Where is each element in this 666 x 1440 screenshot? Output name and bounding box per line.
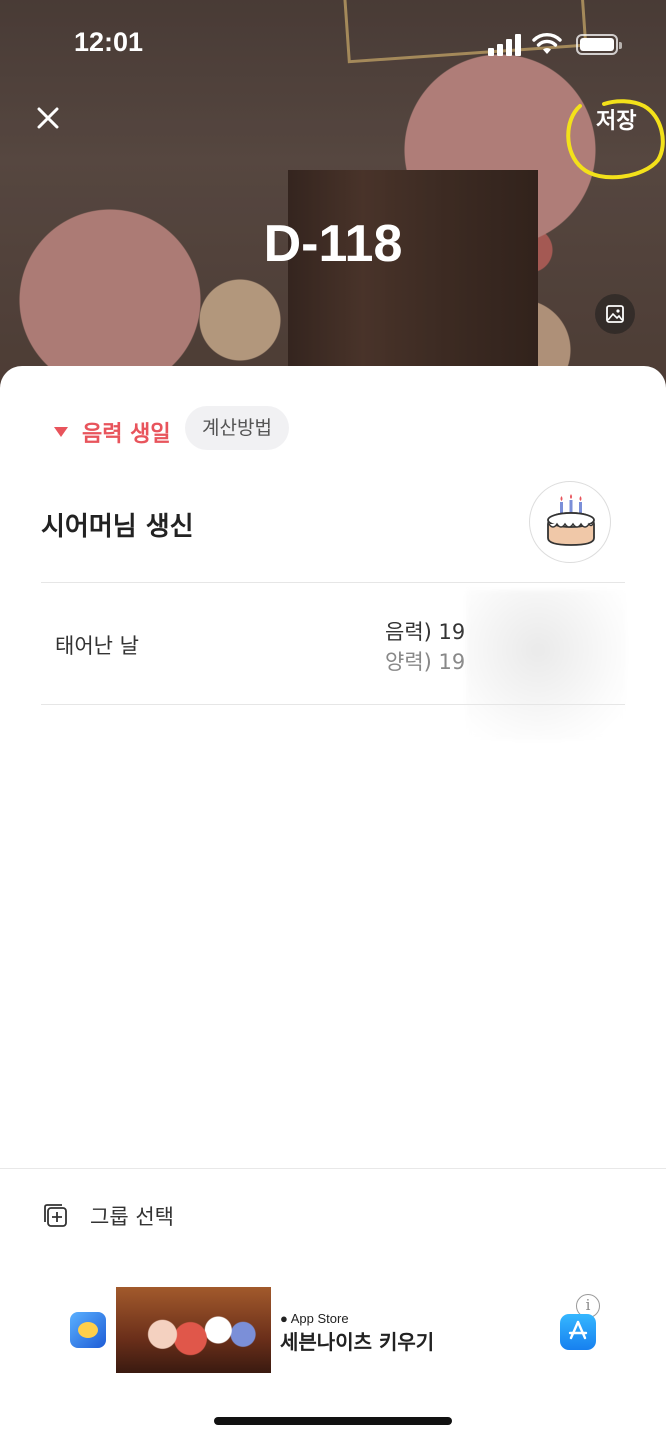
ad-store-label: ● App Store [280, 1311, 349, 1326]
status-bar: 12:01 [0, 0, 666, 90]
dropdown-triangle-icon [54, 427, 68, 437]
close-button[interactable] [30, 100, 66, 136]
divider [41, 704, 625, 705]
ad-title: 세븐나이츠 키우기 [280, 1330, 435, 1354]
home-indicator [214, 1417, 452, 1425]
photo-icon [606, 305, 624, 323]
calendar-type-dropdown[interactable]: 음력 생일 [54, 412, 171, 452]
event-title: 시어머님 생신 [41, 512, 194, 542]
ad-app-icon [70, 1312, 106, 1348]
divider [41, 582, 625, 583]
ad-image [116, 1287, 271, 1373]
change-photo-button[interactable] [595, 294, 635, 334]
app-store-icon [560, 1314, 596, 1350]
cellular-signal-icon [488, 34, 522, 56]
calendar-type-label: 음력 생일 [82, 422, 171, 447]
close-icon [37, 107, 59, 129]
redacted-area [466, 590, 626, 740]
add-group-icon [44, 1204, 67, 1227]
solar-date-value: 양력) 19 [385, 650, 466, 674]
ad-banner[interactable]: ● App Store 세븐나이츠 키우기 i [62, 1284, 622, 1376]
group-select-label: 그룹 선택 [90, 1205, 174, 1229]
apple-logo-icon: ● [280, 1311, 288, 1326]
battery-icon [576, 34, 622, 55]
status-time: 12:01 [74, 27, 144, 57]
save-highlight-annotation [566, 99, 665, 180]
footer-divider [0, 1168, 666, 1169]
calculation-method-chip[interactable]: 계산방법 [185, 406, 289, 450]
save-button[interactable]: 저장 [566, 98, 666, 182]
d-day-counter: D-118 [263, 215, 403, 273]
wifi-icon [532, 33, 562, 54]
birth-date-label: 태어난 날 [55, 634, 139, 658]
event-icon-button[interactable] [529, 481, 611, 563]
cake-icon [547, 494, 595, 546]
event-detail-sheet: 음력 생일 계산방법 시어머님 생신 태어난 날 음력) 19 양력) 19 [0, 366, 666, 1440]
group-select-button[interactable]: 그룹 선택 [42, 1200, 174, 1232]
lunar-date-value: 음력) 19 [385, 620, 466, 644]
